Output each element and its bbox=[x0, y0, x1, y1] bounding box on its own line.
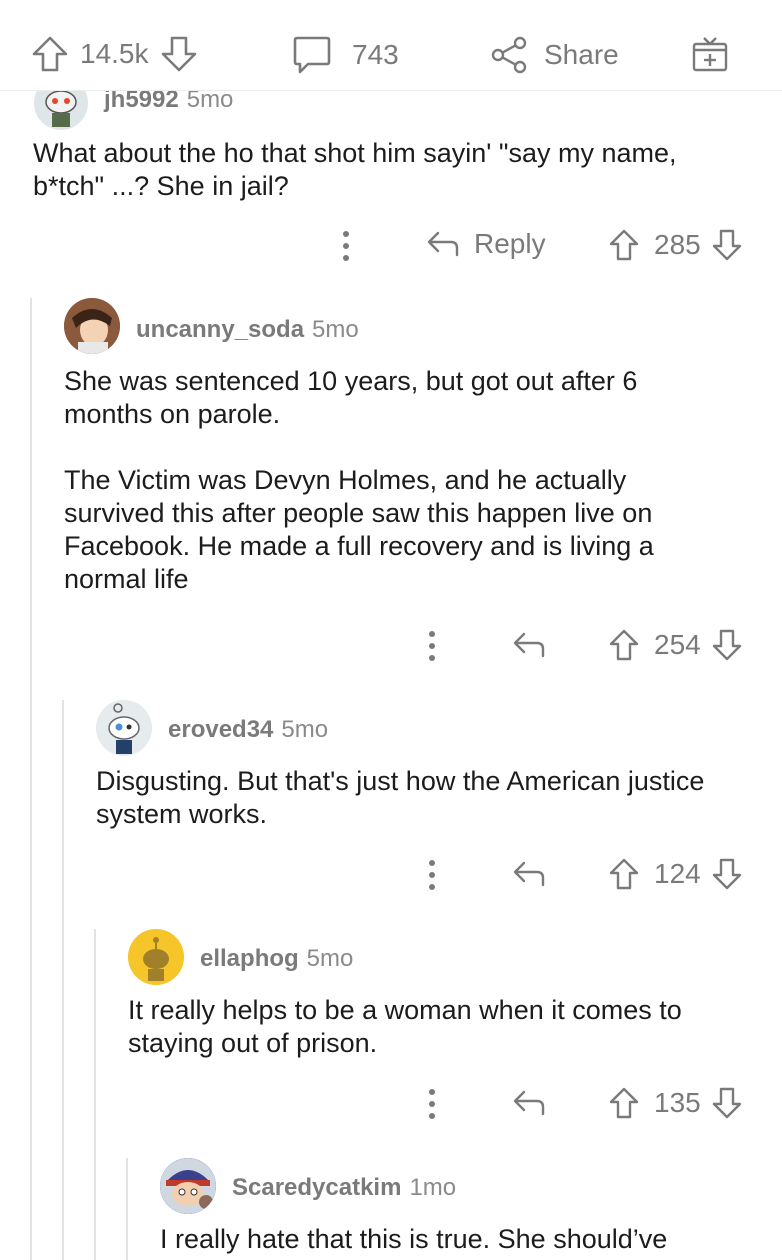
vote-group: 285 bbox=[608, 228, 743, 262]
comment-paragraph: What about the ho that shot him sayin' "… bbox=[33, 138, 677, 201]
vote-group: 124 bbox=[608, 857, 743, 891]
post-upvote-count: 14.5k bbox=[80, 38, 149, 69]
reply-label: Reply bbox=[474, 228, 546, 259]
vote-group: 254 bbox=[608, 628, 743, 662]
comment-age: 1mo bbox=[409, 1174, 457, 1201]
upvote-icon[interactable] bbox=[608, 628, 640, 662]
award-button[interactable] bbox=[690, 34, 730, 74]
share-icon bbox=[490, 36, 530, 74]
comment-age: 5mo bbox=[281, 716, 329, 743]
upvote-icon[interactable] bbox=[608, 1086, 640, 1120]
vote-score: 135 bbox=[654, 1087, 701, 1118]
comment-body: It really helps to be a woman when it co… bbox=[128, 994, 748, 1060]
comment-bubble-icon bbox=[292, 34, 332, 76]
thread-line[interactable] bbox=[126, 1158, 128, 1260]
comment-author[interactable]: Scaredycatkim bbox=[232, 1174, 401, 1202]
avatar[interactable] bbox=[128, 929, 184, 985]
upvote-icon[interactable] bbox=[30, 34, 70, 74]
more-options-icon[interactable] bbox=[334, 228, 358, 264]
comment-body: I really hate that this is true. She sho… bbox=[160, 1223, 760, 1256]
comment-age: 5mo bbox=[306, 945, 354, 972]
avatar[interactable] bbox=[96, 700, 152, 756]
avatar[interactable] bbox=[64, 298, 120, 354]
comment-paragraph: It really helps to be a woman when it co… bbox=[128, 995, 682, 1058]
vote-group: 135 bbox=[608, 1086, 743, 1120]
reply-icon[interactable] bbox=[512, 630, 546, 660]
gift-icon bbox=[690, 34, 730, 74]
downvote-icon[interactable] bbox=[711, 1086, 743, 1120]
more-options-icon[interactable] bbox=[420, 628, 444, 664]
more-options-icon[interactable] bbox=[420, 857, 444, 893]
more-options-icon[interactable] bbox=[420, 1086, 444, 1122]
comment-paragraph: The Victim was Devyn Holmes, and he actu… bbox=[64, 465, 654, 594]
share-label: Share bbox=[544, 39, 619, 70]
share-button[interactable]: Share bbox=[490, 36, 619, 74]
comment-count: 743 bbox=[352, 39, 399, 70]
comment-author[interactable]: uncanny_soda bbox=[136, 316, 304, 344]
reply-icon[interactable] bbox=[512, 859, 546, 889]
comment-author[interactable]: eroved34 bbox=[168, 716, 273, 744]
comment-body: What about the ho that shot him sayin' "… bbox=[33, 137, 733, 203]
downvote-icon[interactable] bbox=[711, 857, 743, 891]
comment-body: Disgusting. But that's just how the Amer… bbox=[96, 765, 756, 831]
reply-button[interactable]: Reply bbox=[426, 228, 546, 260]
vote-score: 124 bbox=[654, 858, 701, 889]
comments-button[interactable]: 743 bbox=[292, 34, 399, 76]
comment-body: She was sentenced 10 years, but got out … bbox=[64, 365, 714, 596]
upvote-icon[interactable] bbox=[608, 228, 640, 262]
vote-score: 254 bbox=[654, 629, 701, 660]
reply-icon[interactable] bbox=[512, 1088, 546, 1118]
downvote-icon[interactable] bbox=[711, 228, 743, 262]
post-vote-group: 14.5k bbox=[30, 34, 199, 74]
reply-icon bbox=[426, 229, 460, 259]
downvote-icon[interactable] bbox=[711, 628, 743, 662]
comment-paragraph: I really hate that this is true. She sho… bbox=[160, 1224, 668, 1254]
comment-paragraph: She was sentenced 10 years, but got out … bbox=[64, 366, 638, 429]
comment-paragraph: Disgusting. But that's just how the Amer… bbox=[96, 766, 705, 829]
post-action-bar: 14.5k 743 Share bbox=[0, 0, 782, 91]
vote-score: 285 bbox=[654, 229, 701, 260]
avatar[interactable] bbox=[160, 1158, 216, 1214]
upvote-icon[interactable] bbox=[608, 857, 640, 891]
thread-line[interactable] bbox=[62, 700, 64, 1260]
downvote-icon[interactable] bbox=[159, 34, 199, 74]
comment-author[interactable]: ellaphog bbox=[200, 945, 299, 973]
comment-age: 5mo bbox=[312, 316, 359, 343]
